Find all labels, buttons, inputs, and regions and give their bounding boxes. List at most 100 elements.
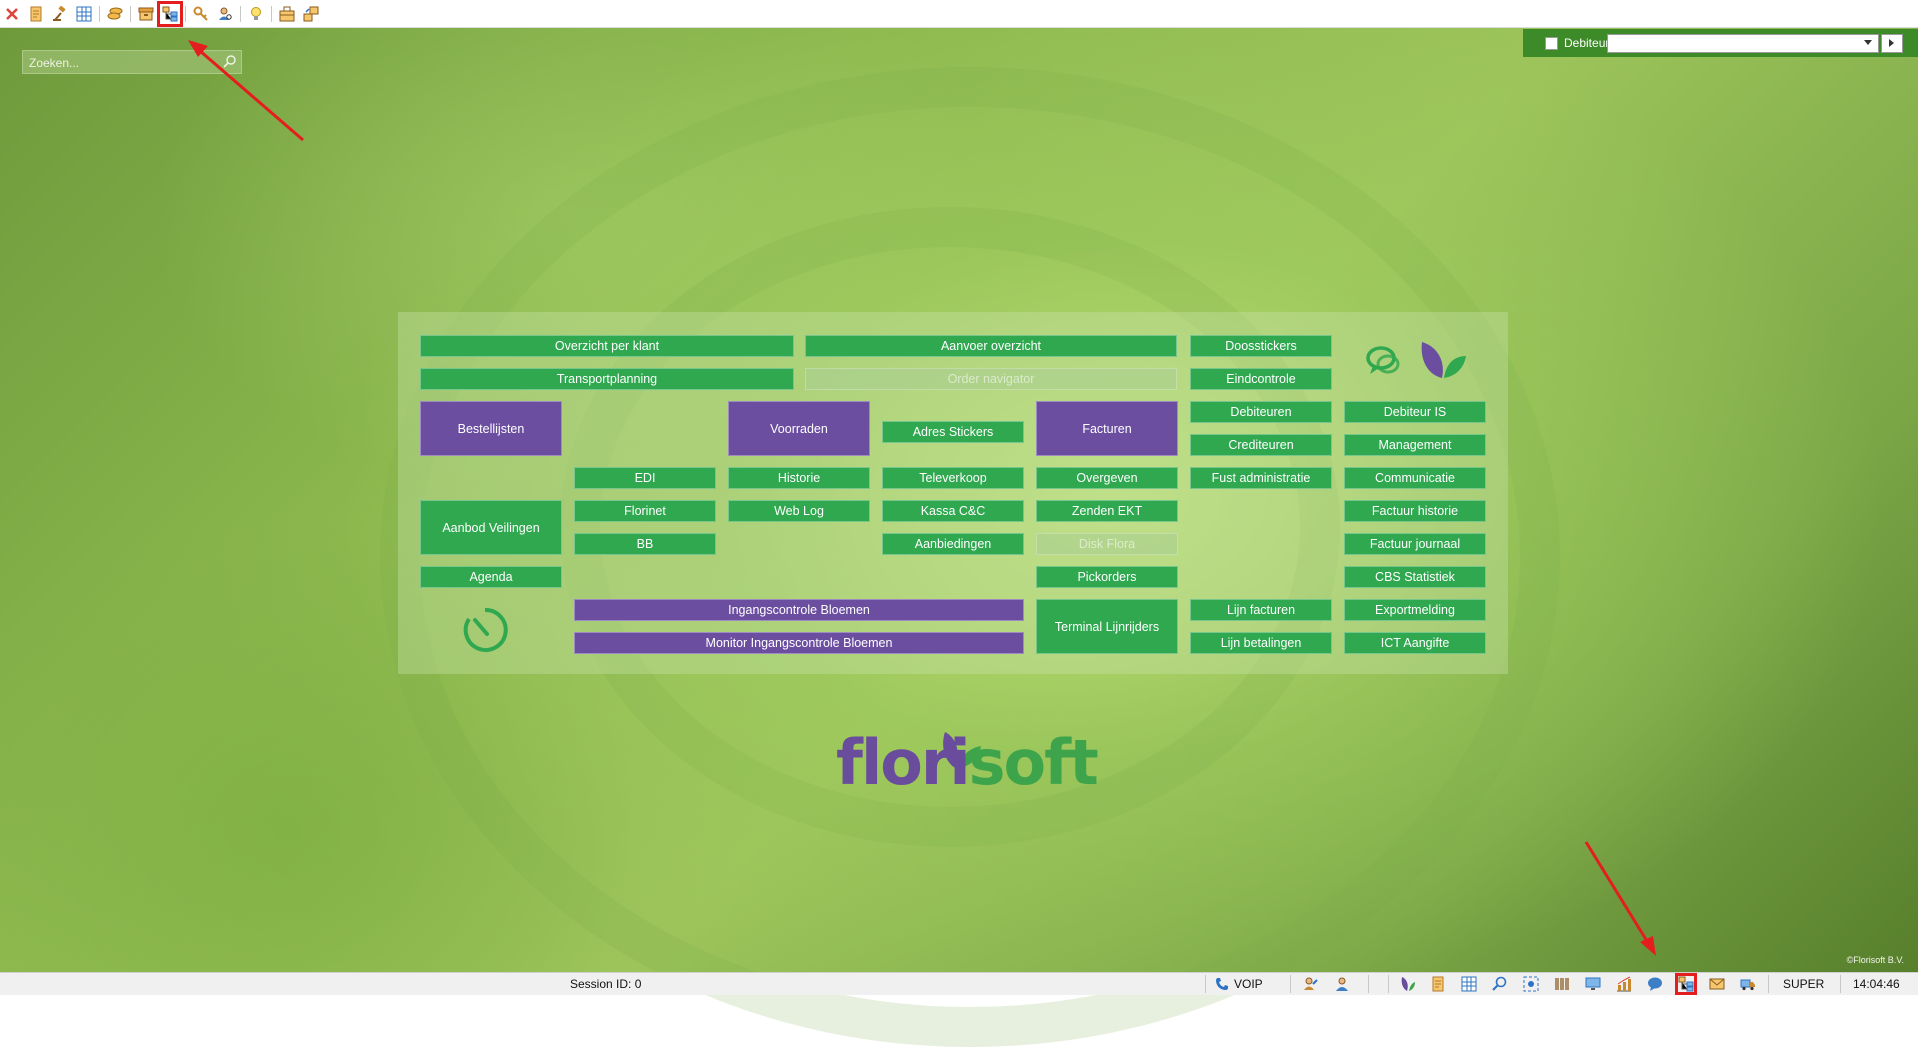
toolbar-separator <box>130 5 131 22</box>
close-icon[interactable] <box>2 4 22 24</box>
doosstickers-button[interactable]: Doosstickers <box>1190 335 1332 357</box>
chevron-right-icon <box>1889 39 1894 47</box>
factuur-historie-button[interactable]: Factuur historie <box>1344 500 1486 522</box>
chat-icon[interactable] <box>1647 976 1663 992</box>
coins-icon[interactable] <box>105 4 125 24</box>
aanbiedingen-button[interactable]: Aanbiedingen <box>882 533 1024 555</box>
search-box <box>22 50 242 74</box>
lightbulb-icon[interactable] <box>246 4 266 24</box>
toolbar-separator <box>240 5 241 22</box>
florinet-button[interactable]: Florinet <box>574 500 716 522</box>
search-icon[interactable] <box>1492 976 1508 992</box>
kassa-button[interactable]: Kassa C&C <box>882 500 1024 522</box>
document-icon[interactable] <box>26 4 46 24</box>
user-name: SUPER <box>1783 977 1825 991</box>
chevron-down-icon <box>1864 40 1872 45</box>
monitor-icon[interactable] <box>1585 976 1601 992</box>
edi-button[interactable]: EDI <box>574 467 716 489</box>
phone-icon[interactable] <box>1214 976 1230 992</box>
factuur-journaal-button[interactable]: Factuur journaal <box>1344 533 1486 555</box>
monitor-ingangscontrole-button[interactable]: Monitor Ingangscontrole Bloemen <box>574 632 1024 654</box>
status-divider <box>1205 975 1206 993</box>
pickorders-button[interactable]: Pickorders <box>1036 566 1178 588</box>
clock-time: 14:04:46 <box>1853 977 1900 991</box>
screenshot-icon[interactable] <box>1523 976 1539 992</box>
voip-label[interactable]: VOIP <box>1234 977 1263 991</box>
aanbod-veilingen-button[interactable]: Aanbod Veilingen <box>420 500 562 555</box>
toolbar-separator <box>271 5 272 22</box>
facturen-button[interactable]: Facturen <box>1036 401 1178 456</box>
overgeven-button[interactable]: Overgeven <box>1036 467 1178 489</box>
search-input[interactable] <box>27 53 221 72</box>
main-menu-panel: Overzicht per klant Aanvoer overzicht Do… <box>398 312 1508 674</box>
fust-administratie-button[interactable]: Fust administratie <box>1190 467 1332 489</box>
communicatie-button[interactable]: Communicatie <box>1344 467 1486 489</box>
debiteuren-button[interactable]: Debiteuren <box>1190 401 1332 423</box>
management-button[interactable]: Management <box>1344 434 1486 456</box>
chat-icon[interactable] <box>1364 342 1404 382</box>
disk-flora-button[interactable]: Disk Flora <box>1036 533 1178 555</box>
order-navigator-button[interactable]: Order navigator <box>805 368 1177 390</box>
debiteur-is-button[interactable]: Debiteur IS <box>1344 401 1486 423</box>
ict-aangifte-button[interactable]: ICT Aangifte <box>1344 632 1486 654</box>
packaging-icon[interactable] <box>277 4 297 24</box>
toolbar-separator <box>99 5 100 22</box>
adres-stickers-button[interactable]: Adres Stickers <box>882 421 1024 443</box>
bb-button[interactable]: BB <box>574 533 716 555</box>
order-navigator-icon[interactable] <box>157 0 183 27</box>
user-icon[interactable] <box>1334 976 1350 992</box>
aanvoer-overzicht-button[interactable]: Aanvoer overzicht <box>805 335 1177 357</box>
chart-icon[interactable] <box>1616 976 1632 992</box>
lijn-facturen-button[interactable]: Lijn facturen <box>1190 599 1332 621</box>
florisoft-leaf-icon[interactable] <box>1416 338 1470 380</box>
historie-button[interactable]: Historie <box>728 467 870 489</box>
eindcontrole-button[interactable]: Eindcontrole <box>1190 368 1332 390</box>
status-divider <box>1290 975 1291 993</box>
lijn-betalingen-button[interactable]: Lijn betalingen <box>1190 632 1332 654</box>
debtor-filter-panel: Debiteur <box>1523 29 1918 57</box>
timer-icon[interactable] <box>461 606 509 654</box>
mail-icon[interactable] <box>1709 976 1725 992</box>
search-icon[interactable] <box>223 54 237 71</box>
exportmelding-button[interactable]: Exportmelding <box>1344 599 1486 621</box>
overzicht-per-klant-button[interactable]: Overzicht per klant <box>420 335 794 357</box>
truck-icon[interactable] <box>1740 976 1756 992</box>
user-edit-icon[interactable] <box>1302 976 1318 992</box>
barcode-icon[interactable] <box>1554 976 1570 992</box>
copyright-text: ©Florisoft B.V. <box>1846 955 1904 965</box>
status-divider <box>1368 975 1369 993</box>
crediteuren-button[interactable]: Crediteuren <box>1190 434 1332 456</box>
agenda-button[interactable]: Agenda <box>420 566 562 588</box>
auction-hammer-icon[interactable] <box>50 4 70 24</box>
status-bar: Session ID: 0 VOIP SUPER 14:04:46 <box>0 972 1918 995</box>
televerkoop-button[interactable]: Televerkoop <box>882 467 1024 489</box>
status-divider <box>1388 975 1389 993</box>
grid-icon[interactable] <box>1461 976 1477 992</box>
florisoft-logo: florisoft <box>836 726 1099 799</box>
key-icon[interactable] <box>191 4 211 24</box>
debtor-select[interactable] <box>1607 34 1879 53</box>
florisoft-leaf-icon[interactable] <box>1400 976 1416 992</box>
zenden-ekt-button[interactable]: Zenden EKT <box>1036 500 1178 522</box>
bestellijsten-button[interactable]: Bestellijsten <box>420 401 562 456</box>
status-divider <box>1840 975 1841 993</box>
web-log-button[interactable]: Web Log <box>728 500 870 522</box>
debtor-next-button[interactable] <box>1881 34 1903 53</box>
logo-text-flori: flori <box>836 726 971 799</box>
user-search-icon[interactable] <box>215 4 235 24</box>
order-navigator-icon[interactable] <box>1675 973 1697 995</box>
cbs-statistiek-button[interactable]: CBS Statistiek <box>1344 566 1486 588</box>
voorraden-button[interactable]: Voorraden <box>728 401 870 456</box>
logo-text-soft: soft <box>968 726 1099 799</box>
status-divider <box>1768 975 1769 993</box>
top-toolbar <box>0 0 1918 28</box>
transportplanning-button[interactable]: Transportplanning <box>420 368 794 390</box>
debtor-checkbox[interactable] <box>1545 36 1558 50</box>
ingangscontrole-bloemen-button[interactable]: Ingangscontrole Bloemen <box>574 599 1024 621</box>
grid-icon[interactable] <box>74 4 94 24</box>
archive-box-icon[interactable] <box>136 4 156 24</box>
document-icon[interactable] <box>1430 976 1446 992</box>
transfer-icon[interactable] <box>301 4 321 24</box>
terminal-lijnrijders-button[interactable]: Terminal Lijnrijders <box>1036 599 1178 654</box>
session-id: Session ID: 0 <box>570 977 642 991</box>
